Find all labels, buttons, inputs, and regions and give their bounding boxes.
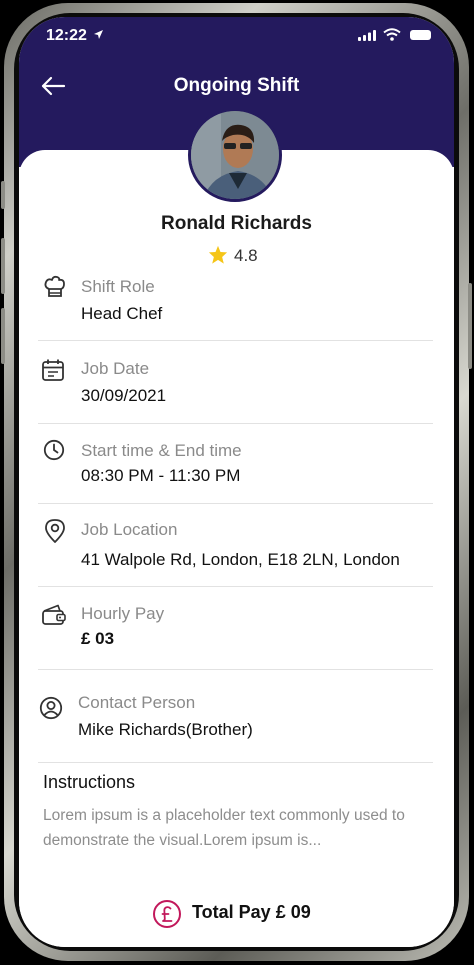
hourly-pay-label: Hourly Pay xyxy=(81,604,165,623)
calendar-icon xyxy=(42,359,64,381)
divider xyxy=(38,669,433,670)
divider xyxy=(38,762,433,763)
user-circle-icon xyxy=(39,696,63,720)
location-pin-icon xyxy=(45,519,65,543)
power-button xyxy=(468,283,472,369)
shift-role-label: Shift Role xyxy=(81,277,155,296)
star-icon xyxy=(208,245,228,264)
wifi-icon xyxy=(383,28,401,41)
mute-switch xyxy=(1,181,5,209)
wallet-icon xyxy=(42,604,66,625)
volume-up-button xyxy=(1,238,5,294)
job-location-label: Job Location xyxy=(81,520,178,539)
divider xyxy=(38,423,433,424)
volume-down-button xyxy=(1,308,5,364)
time-label: Start time & End time xyxy=(81,441,242,460)
divider xyxy=(38,503,433,504)
hourly-pay-value: £ 03 xyxy=(81,629,115,648)
time-value: 08:30 PM - 11:30 PM xyxy=(81,466,241,485)
job-date-value: 30/09/2021 xyxy=(81,386,167,405)
signal-icon xyxy=(358,30,376,41)
instructions-title: Instructions xyxy=(43,772,136,792)
divider xyxy=(38,586,433,587)
pound-coin-icon xyxy=(153,900,181,928)
battery-icon xyxy=(410,30,431,40)
shift-role-value: Head Chef xyxy=(81,304,163,323)
screen: 12:22 Ongoing Shift Ronald Richards 4.8 … xyxy=(19,17,454,947)
total-pay-label: Total Pay £ 09 xyxy=(192,902,311,922)
divider xyxy=(38,340,433,341)
total-pay: Total Pay £ 09 xyxy=(19,899,454,929)
instructions-text: Lorem ipsum is a placeholder text common… xyxy=(43,807,405,849)
clock-icon xyxy=(43,439,65,461)
contact-person-value: Mike Richards(Brother) xyxy=(78,720,253,739)
job-location-value: 41 Walpole Rd, London, E18 2LN, London xyxy=(81,550,400,569)
profile-name: Ronald Richards xyxy=(161,213,312,234)
status-time: 12:22 xyxy=(46,27,87,44)
status-bar: 12:22 xyxy=(19,17,454,57)
job-date-label: Job Date xyxy=(81,359,150,378)
avatar xyxy=(188,108,282,202)
rating: 4.8 xyxy=(208,245,258,266)
location-arrow-icon xyxy=(94,30,103,39)
page-title: Ongoing Shift xyxy=(173,75,300,96)
rating-value: 4.8 xyxy=(234,246,258,265)
chef-hat-icon xyxy=(44,275,65,297)
contact-person-label: Contact Person xyxy=(78,693,196,712)
